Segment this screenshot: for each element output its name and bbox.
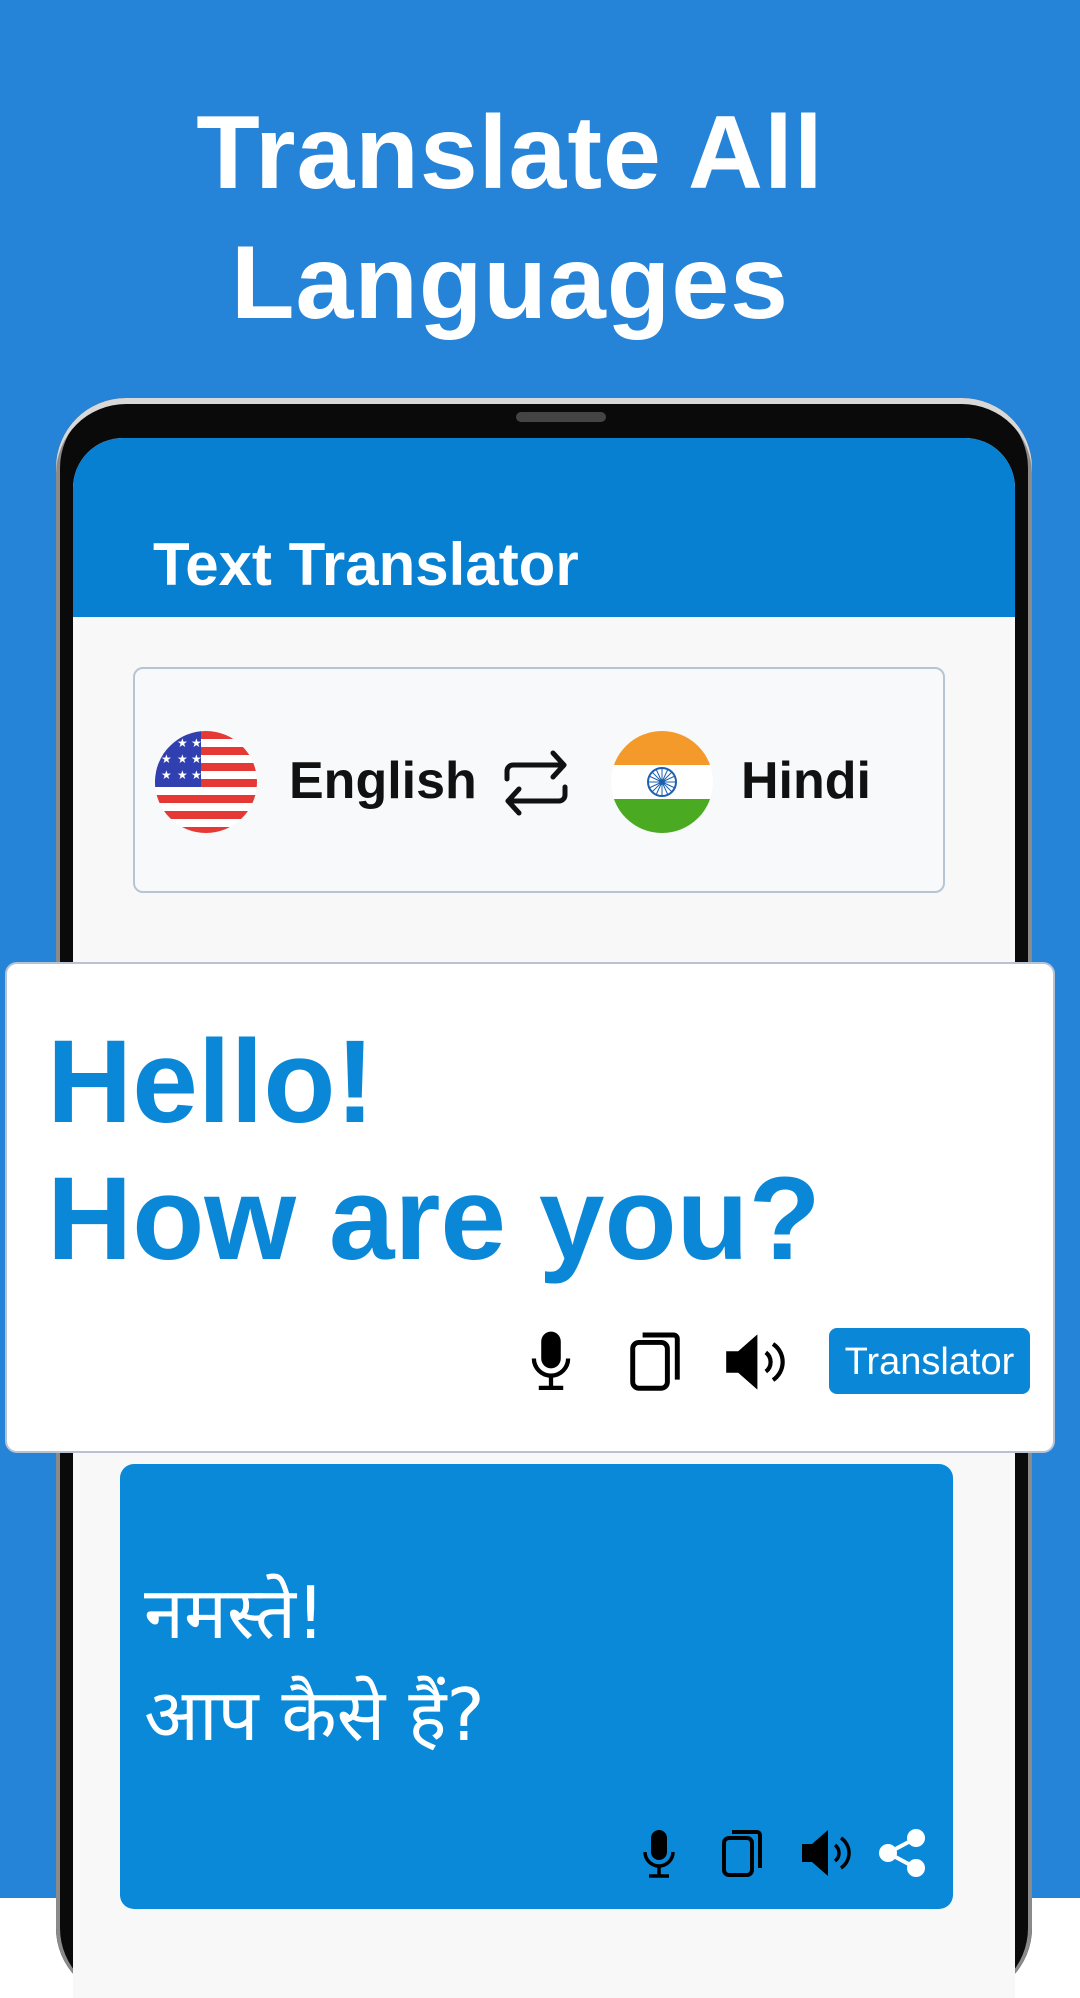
phone-speaker-notch — [516, 412, 606, 422]
app-title: Text Translator — [153, 531, 579, 598]
copy-icon[interactable] — [721, 1828, 763, 1883]
svg-text:★: ★ — [177, 736, 188, 750]
svg-text:★: ★ — [161, 768, 172, 782]
microphone-icon[interactable] — [529, 1328, 573, 1399]
promo-headline: Translate All Languages — [0, 88, 1020, 348]
share-icon[interactable] — [878, 1828, 926, 1883]
headline-line-2: Languages — [231, 225, 789, 341]
target-language[interactable]: Hindi — [741, 749, 871, 813]
india-flag-icon[interactable] — [611, 731, 713, 833]
speaker-icon[interactable] — [800, 1828, 852, 1883]
svg-text:★: ★ — [177, 752, 188, 766]
translated-text: नमस्ते! आप कैसे हैं? — [144, 1571, 485, 1757]
svg-text:★: ★ — [177, 768, 188, 782]
input-text-field[interactable]: Hello! How are you? — [47, 1014, 821, 1288]
svg-text:★: ★ — [191, 768, 202, 782]
svg-text:★: ★ — [191, 752, 202, 766]
translation-output-card: नमस्ते! आप कैसे हैं? — [120, 1464, 953, 1909]
us-flag-icon[interactable]: ★ ★ ★ ★ ★ ★ ★ ★ ★ — [155, 731, 257, 833]
source-language[interactable]: English — [289, 749, 477, 813]
svg-text:★: ★ — [191, 736, 202, 750]
language-selector: ★ ★ ★ ★ ★ ★ ★ ★ ★ English Hindi — [133, 667, 945, 893]
translate-button[interactable]: Translator — [829, 1328, 1030, 1394]
svg-text:★: ★ — [161, 736, 172, 750]
microphone-icon[interactable] — [641, 1828, 677, 1885]
copy-icon[interactable] — [629, 1330, 681, 1397]
speaker-icon[interactable] — [723, 1332, 787, 1397]
swap-arrows-icon[interactable] — [501, 749, 571, 817]
svg-text:★: ★ — [161, 752, 172, 766]
headline-line-1: Translate All — [196, 95, 824, 211]
app-bar: Text Translator — [73, 438, 1015, 617]
input-text-card: Hello! How are you? Translator — [5, 962, 1055, 1453]
